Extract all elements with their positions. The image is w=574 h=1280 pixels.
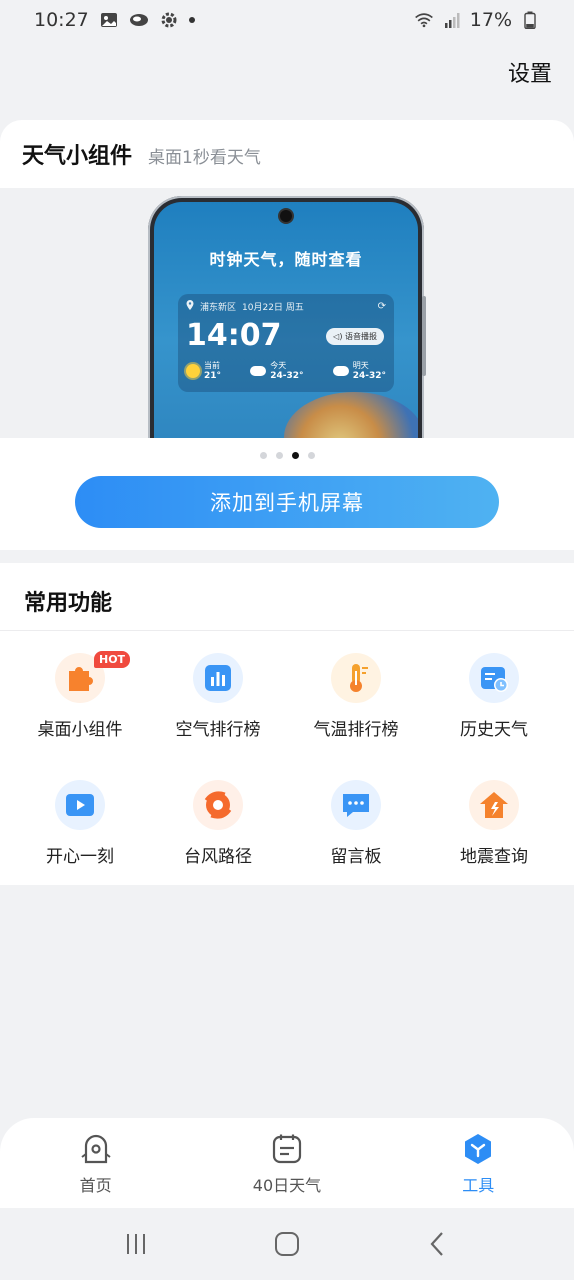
pager-dot[interactable] (259, 452, 267, 459)
func-label: 桌面小组件 (37, 720, 123, 740)
widget-preview-carousel[interactable]: 时钟天气，随时查看 浦东新区 10月22日 周五 ⟳ 14:07 ◁) 语音播报 (0, 188, 574, 438)
home-button[interactable] (265, 1222, 309, 1266)
bottom-nav: 首页 40日天气 工具 (0, 1118, 574, 1208)
wallpaper-swirl (284, 392, 418, 438)
status-bar: 10:27 17% (0, 0, 574, 40)
func-earthquake-query[interactable]: 地震查询 (424, 780, 564, 880)
message-icon (331, 780, 381, 830)
location-pin-icon (186, 300, 194, 313)
preview-cell-value: 24-32° (352, 371, 386, 381)
nav-tools[interactable]: 工具 (403, 1132, 553, 1196)
functions-title: 常用功能 (24, 591, 113, 616)
cloud-sun-icon (250, 366, 267, 376)
widget-title: 天气小组件 (22, 144, 133, 169)
widget-subtitle: 桌面1秒看天气 (148, 148, 261, 168)
battery-icon (520, 10, 540, 30)
refresh-icon: ⟳ (377, 301, 386, 312)
preview-cell-now: 当前 21° (186, 360, 221, 382)
nav-40day[interactable]: 40日天气 (212, 1132, 362, 1196)
func-label: 开心一刻 (46, 847, 114, 867)
nav-home[interactable]: 首页 (21, 1132, 171, 1196)
play-icon (55, 780, 105, 830)
carousel-pager (0, 452, 574, 459)
status-time: 10:27 (34, 9, 89, 31)
preview-widget-top: 浦东新区 10月22日 周五 ⟳ (186, 300, 386, 313)
preview-voice-button: ◁) 语音播报 (326, 328, 384, 345)
status-left: 10:27 (34, 9, 195, 31)
settings-button[interactable]: 设置 (508, 56, 552, 88)
widget-header: 天气小组件 桌面1秒看天气 (22, 138, 261, 170)
preview-time: 14:07 (186, 318, 282, 353)
calendar-icon (270, 1132, 304, 1166)
nav-label: 工具 (462, 1176, 495, 1195)
speaker-icon: ◁) (333, 332, 343, 341)
cloud-icon (129, 10, 149, 30)
dot-icon (188, 17, 195, 23)
preview-clock-widget: 浦东新区 10月22日 周五 ⟳ 14:07 ◁) 语音播报 当前 21° 今天… (178, 294, 394, 392)
pager-dot[interactable] (307, 452, 315, 459)
gear-icon (159, 10, 179, 30)
hot-badge: HOT (94, 651, 131, 668)
func-history-weather[interactable]: 历史天气 (424, 653, 564, 753)
preview-cell-label: 当前 (204, 361, 220, 370)
pager-dot[interactable] (275, 452, 283, 459)
nav-label: 首页 (79, 1176, 112, 1195)
func-happy-moment[interactable]: 开心一刻 (10, 780, 150, 880)
preview-date: 10月22日 周五 (242, 303, 304, 313)
tools-icon (461, 1132, 495, 1166)
func-temp-ranking[interactable]: 气温排行榜 (286, 653, 426, 753)
preview-forecast-row: 当前 21° 今天 24-32° 明天 24-32° (186, 360, 386, 382)
home-icon (79, 1132, 113, 1166)
preview-slogan: 时钟天气，随时查看 (209, 250, 363, 269)
system-nav-bar (0, 1208, 574, 1280)
func-label: 台风路径 (184, 847, 252, 867)
image-icon (99, 10, 119, 30)
typhoon-icon (193, 780, 243, 830)
widget-card: 天气小组件 桌面1秒看天气 时钟天气，随时查看 浦东新区 10月22日 周五 ⟳… (0, 120, 574, 550)
preview-cell-today: 今天 24-32° (250, 360, 304, 382)
func-label: 留言板 (330, 847, 382, 867)
preview-voice-label: 语音播报 (345, 332, 377, 341)
phone-screen: 时钟天气，随时查看 浦东新区 10月22日 周五 ⟳ 14:07 ◁) 语音播报 (154, 202, 418, 438)
recent-apps-button[interactable] (114, 1222, 158, 1266)
func-label: 气温排行榜 (313, 720, 399, 740)
preview-cell-tomorrow: 明天 24-32° (332, 360, 386, 382)
func-typhoon-path[interactable]: 台风路径 (148, 780, 288, 880)
battery-text: 17% (469, 9, 512, 31)
sun-icon (186, 364, 200, 378)
status-right: 17% (414, 9, 540, 31)
back-button[interactable] (416, 1222, 460, 1266)
preview-cell-label: 明天 (352, 361, 369, 370)
common-functions-card: 常用功能 桌面小组件 空气排行榜 气温排行榜 历史天气 开心一刻 台风路径 留言… (0, 563, 574, 885)
func-air-ranking[interactable]: 空气排行榜 (148, 653, 288, 753)
thermometer-icon (331, 653, 381, 703)
preview-location: 浦东新区 (200, 303, 237, 313)
preview-cell-label: 今天 (270, 361, 287, 370)
nav-label: 40日天气 (252, 1176, 322, 1195)
divider (0, 630, 574, 631)
pager-dot-active[interactable] (291, 452, 299, 459)
earthquake-icon (469, 780, 519, 830)
add-to-home-button[interactable]: 添加到手机屏幕 (75, 476, 499, 528)
func-label: 地震查询 (460, 847, 528, 867)
preview-cell-value: 21° (204, 371, 222, 381)
func-label: 历史天气 (460, 720, 528, 740)
cloud-icon (332, 366, 349, 376)
calendar-clock-icon (469, 653, 519, 703)
func-message-board[interactable]: 留言板 (286, 780, 426, 880)
phone-side-button (422, 296, 426, 376)
camera-icon (280, 210, 292, 222)
signal-icon (442, 10, 462, 30)
preview-cell-value: 24-32° (270, 371, 304, 381)
bar-chart-icon (193, 653, 243, 703)
wifi-icon (414, 10, 434, 30)
phone-mockup: 时钟天气，随时查看 浦东新区 10月22日 周五 ⟳ 14:07 ◁) 语音播报 (148, 196, 424, 438)
func-desktop-widget[interactable]: 桌面小组件 (10, 653, 150, 753)
func-label: 空气排行榜 (175, 720, 261, 740)
